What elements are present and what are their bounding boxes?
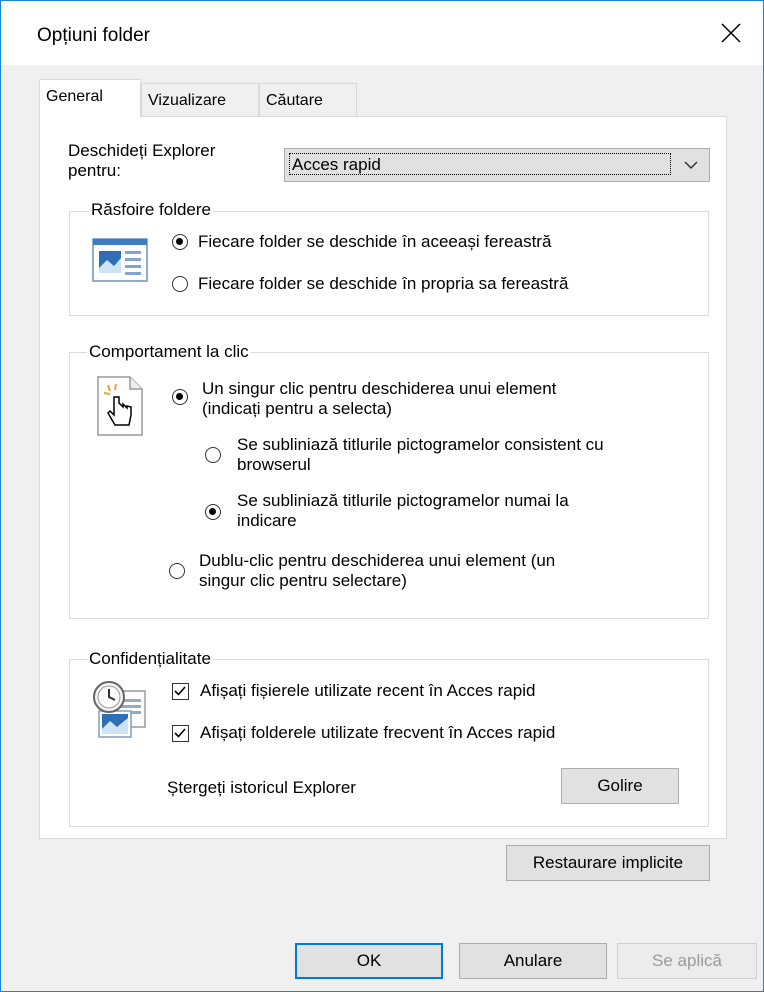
apply-button[interactable]: Se aplică xyxy=(617,943,757,979)
radio-double-click[interactable] xyxy=(169,563,185,579)
single-click-label[interactable]: Un singur clic pentru deschiderea unui e… xyxy=(202,379,556,419)
history-clock-icon xyxy=(89,677,149,746)
radio-underline-consistent[interactable] xyxy=(205,447,221,463)
checkmark-icon xyxy=(174,686,186,696)
checkmark-icon xyxy=(174,728,186,738)
radio-own-window[interactable] xyxy=(172,276,188,292)
pointing-hand-icon xyxy=(96,375,144,442)
radio-underline-hover[interactable] xyxy=(205,504,221,520)
recent-files-label[interactable]: Afișați fișierele utilizate recent în Ac… xyxy=(200,681,535,701)
radio-same-window[interactable] xyxy=(172,234,188,250)
privacy-legend: Confidențialitate xyxy=(87,649,213,669)
same-window-label[interactable]: Fiecare folder se deschide în aceeași fe… xyxy=(198,232,551,252)
chevron-down-icon xyxy=(684,161,698,170)
click-behavior-legend: Comportament la clic xyxy=(87,342,251,362)
double-click-label[interactable]: Dublu-clic pentru deschiderea unui eleme… xyxy=(199,551,555,591)
open-explorer-dropdown[interactable]: Acces rapid xyxy=(284,148,710,182)
ok-button[interactable]: OK xyxy=(295,943,443,979)
browse-folders-legend: Răsfoire foldere xyxy=(89,200,214,220)
clear-button[interactable]: Golire xyxy=(561,768,679,804)
frequent-folders-label[interactable]: Afișați folderele utilizate frecvent în … xyxy=(200,723,555,743)
clear-history-label: Ștergeți istoricul Explorer xyxy=(167,778,356,797)
cancel-button[interactable]: Anulare xyxy=(459,943,607,979)
browse-folders-group xyxy=(69,211,709,316)
checkbox-recent-files[interactable] xyxy=(172,683,189,700)
open-explorer-label: Deschideți Explorer pentru: xyxy=(68,141,216,180)
restore-defaults-button[interactable]: Restaurare implicite xyxy=(506,845,710,881)
window-layout-icon xyxy=(92,238,148,287)
folder-options-dialog: Opțiuni folder General Vizualizare Căuta… xyxy=(0,0,764,992)
checkbox-frequent-folders[interactable] xyxy=(172,725,189,742)
underline-consistent-label[interactable]: Se subliniază titlurile pictogramelor co… xyxy=(237,435,604,475)
own-window-label[interactable]: Fiecare folder se deschide în propria sa… xyxy=(198,274,568,294)
underline-hover-label[interactable]: Se subliniază titlurile pictogramelor nu… xyxy=(237,491,569,531)
dropdown-value: Acces rapid xyxy=(289,153,671,175)
radio-single-click[interactable] xyxy=(172,389,188,405)
